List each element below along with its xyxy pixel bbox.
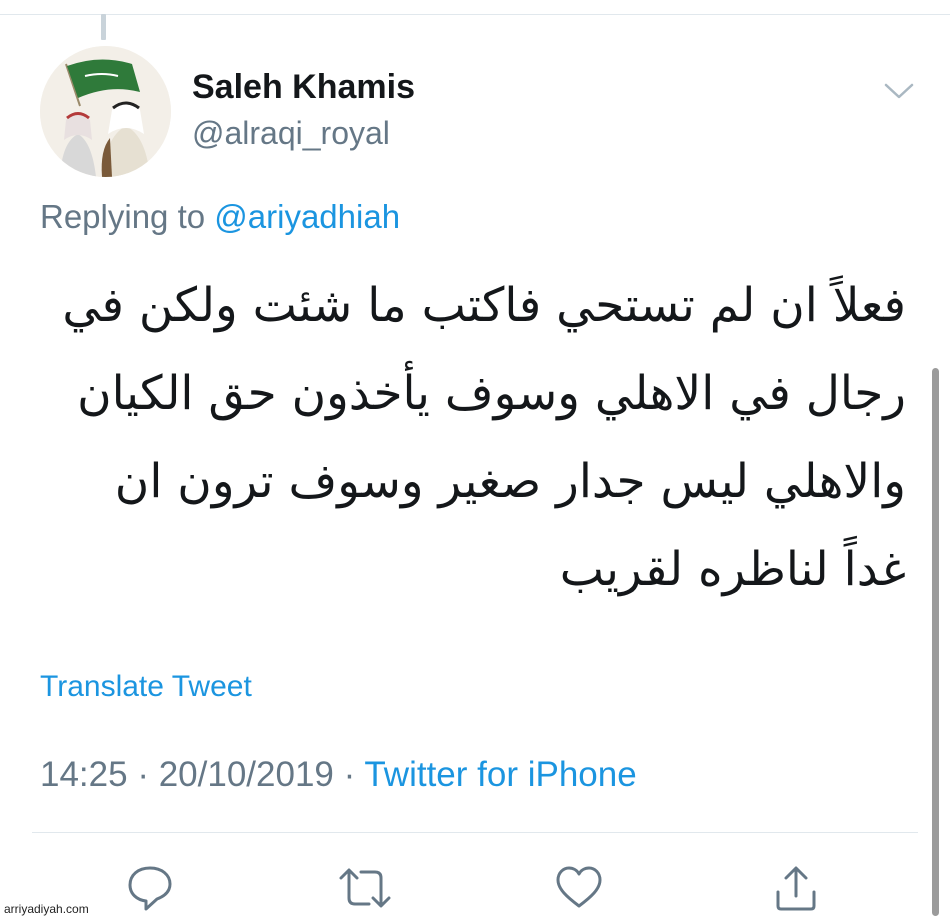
thread-connector-line	[101, 14, 106, 40]
tweet-source-link[interactable]: Twitter for iPhone	[364, 755, 636, 794]
top-divider	[0, 14, 950, 15]
replying-to: Replying to @ariyadhiah	[40, 198, 400, 236]
meta-separator: ·	[333, 755, 365, 794]
author-display-name[interactable]: Saleh Khamis	[192, 68, 415, 107]
reply-button[interactable]	[124, 862, 176, 914]
tweet-text-line: رجال في الاهلي وسوف يأخذون حق الكيان	[77, 366, 906, 421]
tweet-text-line: فعلاً ان لم تستحي فاكتب ما شئت ولكن في	[62, 278, 906, 333]
tweet-time[interactable]: 14:25	[40, 755, 128, 794]
meta-separator: ·	[127, 755, 159, 794]
reply-icon	[128, 866, 172, 911]
avatar-image	[40, 46, 171, 177]
like-icon	[556, 866, 602, 908]
retweet-icon	[339, 868, 391, 908]
author-handle[interactable]: @alraqi_royal	[192, 115, 390, 152]
like-button[interactable]	[553, 862, 605, 914]
actions-divider	[32, 832, 918, 833]
retweet-button[interactable]	[337, 862, 393, 914]
share-button[interactable]	[770, 862, 822, 914]
tweet-text: فعلاً ان لم تستحي فاكتب ما شئت ولكن في ر…	[36, 262, 906, 614]
tweet-text-line: والاهلي ليس جدار صغير وسوف ترون ان	[114, 454, 906, 509]
avatar[interactable]	[40, 46, 171, 177]
share-icon	[776, 866, 816, 911]
scrollbar[interactable]	[932, 368, 939, 916]
tweet-metadata: 14:25 · 20/10/2019 · Twitter for iPhone	[40, 755, 637, 795]
watermark: arriyadiyah.com	[4, 902, 89, 916]
reply-mention-link[interactable]: @ariyadhiah	[214, 198, 400, 235]
tweet-date[interactable]: 20/10/2019	[159, 755, 334, 794]
tweet-text-line: غداً لناظره لقريب	[559, 542, 906, 597]
translate-tweet-link[interactable]: Translate Tweet	[40, 670, 252, 704]
replying-to-label: Replying to	[40, 198, 206, 235]
chevron-down-icon[interactable]	[882, 78, 916, 104]
